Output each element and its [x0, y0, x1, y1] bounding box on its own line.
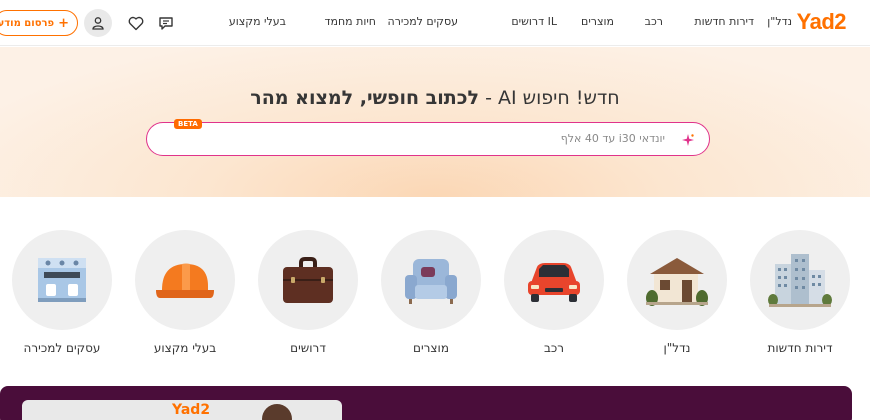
hero-title-bold: לכתוב חופשי, למצוא מהר	[250, 87, 480, 109]
house-icon	[627, 230, 727, 330]
beta-badge: BETA	[174, 119, 202, 129]
category-new-apartments[interactable]: דירות חדשות	[748, 230, 852, 355]
hero-title-prefix: חדש! חיפוש AI -	[485, 87, 620, 109]
category-businesses-for-sale[interactable]: עסקים למכירה	[10, 230, 114, 355]
category-label: בעלי מקצוע	[153, 341, 217, 355]
category-label: עסקים למכירה	[23, 341, 101, 355]
top-header: Yad2 נדל"ן דירות חדשות רכב מוצרים דרושים…	[0, 0, 870, 46]
buildings-icon	[750, 230, 850, 330]
car-icon	[504, 230, 604, 330]
nav-businesses-for-sale[interactable]: עסקים למכירה	[388, 15, 458, 28]
ai-search-hero: חדש! חיפוש AI - לכתוב חופשי, למצוא מהר י…	[0, 47, 870, 197]
category-label: רכב	[543, 341, 565, 355]
category-label: דרושים	[290, 341, 326, 355]
hardhat-icon	[135, 230, 235, 330]
category-label: מוצרים	[413, 341, 449, 355]
nav-pets[interactable]: חיות מחמד	[324, 15, 376, 28]
nav-real-estate[interactable]: נדל"ן	[767, 15, 792, 28]
promo-banner[interactable]: Yad2	[0, 386, 852, 420]
banner-logo: Yad2	[172, 402, 211, 418]
yad2-logo[interactable]: Yad2	[797, 9, 847, 35]
user-icon	[84, 9, 112, 37]
category-real-estate[interactable]: נדל"ן	[625, 230, 729, 355]
favorites-heart-icon[interactable]	[126, 14, 146, 32]
category-label: נדל"ן	[663, 341, 691, 355]
category-professionals[interactable]: בעלי מקצוע	[133, 230, 237, 355]
coffee-machine-icon	[12, 230, 112, 330]
nav-jobs[interactable]: דרושים IL	[511, 15, 557, 28]
user-profile-button[interactable]	[84, 9, 112, 37]
messages-icon[interactable]	[156, 14, 176, 32]
category-jobs[interactable]: דרושים	[256, 230, 360, 355]
briefcase-icon	[258, 230, 358, 330]
nav-products[interactable]: מוצרים	[581, 15, 614, 28]
nav-vehicles[interactable]: רכב	[645, 15, 663, 28]
plus-icon: +	[58, 15, 69, 31]
category-products[interactable]: מוצרים	[379, 230, 483, 355]
post-ad-label: פרסום מודעה	[0, 17, 55, 29]
nav-professionals[interactable]: בעלי מקצוע	[229, 15, 286, 28]
category-label: דירות חדשות	[767, 341, 833, 355]
search-placeholder: יונדאי i30 עד 40 אלף	[560, 132, 665, 145]
banner-person-image	[262, 404, 292, 420]
banner-card: Yad2	[22, 400, 342, 420]
ai-sparkle-icon	[681, 132, 695, 151]
ai-search-input[interactable]: יונדאי i30 עד 40 אלף	[146, 122, 710, 156]
armchair-icon	[381, 230, 481, 330]
category-vehicles[interactable]: רכב	[502, 230, 606, 355]
nav-new-apartments[interactable]: דירות חדשות	[694, 15, 754, 28]
post-ad-button[interactable]: פרסום מודעה +	[0, 10, 78, 36]
hero-title: חדש! חיפוש AI - לכתוב חופשי, למצוא מהר	[0, 87, 870, 109]
